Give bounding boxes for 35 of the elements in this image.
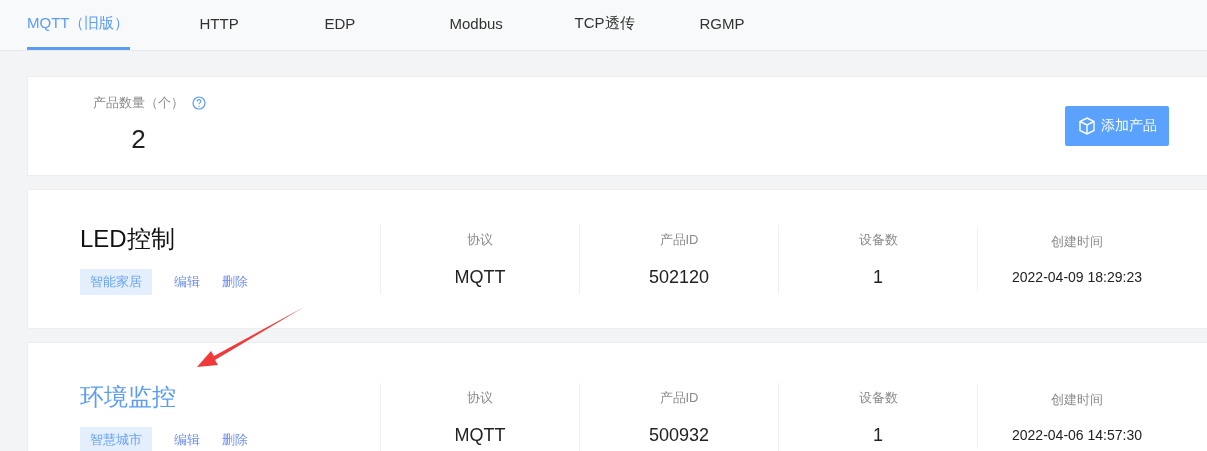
cube-icon (1077, 116, 1097, 136)
field-value: 2022-04-06 14:57:30 (1012, 427, 1142, 443)
field-value: 500932 (648, 424, 710, 446)
field-label: 协议 (467, 230, 493, 249)
field-value: 502120 (648, 266, 710, 288)
field-label: 设备数 (858, 388, 898, 407)
product-name[interactable]: LED控制 (80, 223, 380, 255)
delete-link[interactable]: 删除 (222, 273, 248, 291)
field-value: MQTT (454, 424, 506, 446)
field-value: 1 (873, 266, 883, 288)
category-tag: 智能家居 (80, 269, 152, 295)
field-label: 协议 (467, 388, 493, 407)
tab[interactable]: EDP (324, 0, 450, 50)
add-product-button[interactable]: 添加产品 (1065, 106, 1169, 146)
field-value: MQTT (454, 266, 506, 288)
field-label: 产品ID (659, 230, 699, 249)
field-label: 产品ID (659, 388, 699, 407)
product-count: 2 (131, 123, 146, 155)
field-label: 创建时间 (1051, 391, 1103, 409)
tab[interactable]: TCP透传 (574, 0, 700, 50)
tab[interactable]: Modbus (449, 0, 575, 50)
field-label: 创建时间 (1051, 233, 1103, 251)
help-icon[interactable] (192, 95, 206, 110)
edit-link[interactable]: 编辑 (174, 431, 200, 449)
field-value: 2022-04-09 18:29:23 (1012, 269, 1142, 285)
delete-link[interactable]: 删除 (222, 431, 248, 449)
tab[interactable]: MQTT（旧版） (27, 0, 130, 50)
field-value: 1 (873, 424, 883, 446)
field-label: 设备数 (858, 230, 898, 249)
category-tag: 智慧城市 (80, 427, 152, 451)
product-name[interactable]: 环境监控 (80, 381, 380, 413)
stat-label: 产品数量（个） (93, 93, 184, 112)
tab[interactable]: RGMP (699, 0, 825, 50)
edit-link[interactable]: 编辑 (174, 273, 200, 291)
tab[interactable]: HTTP (199, 0, 325, 50)
